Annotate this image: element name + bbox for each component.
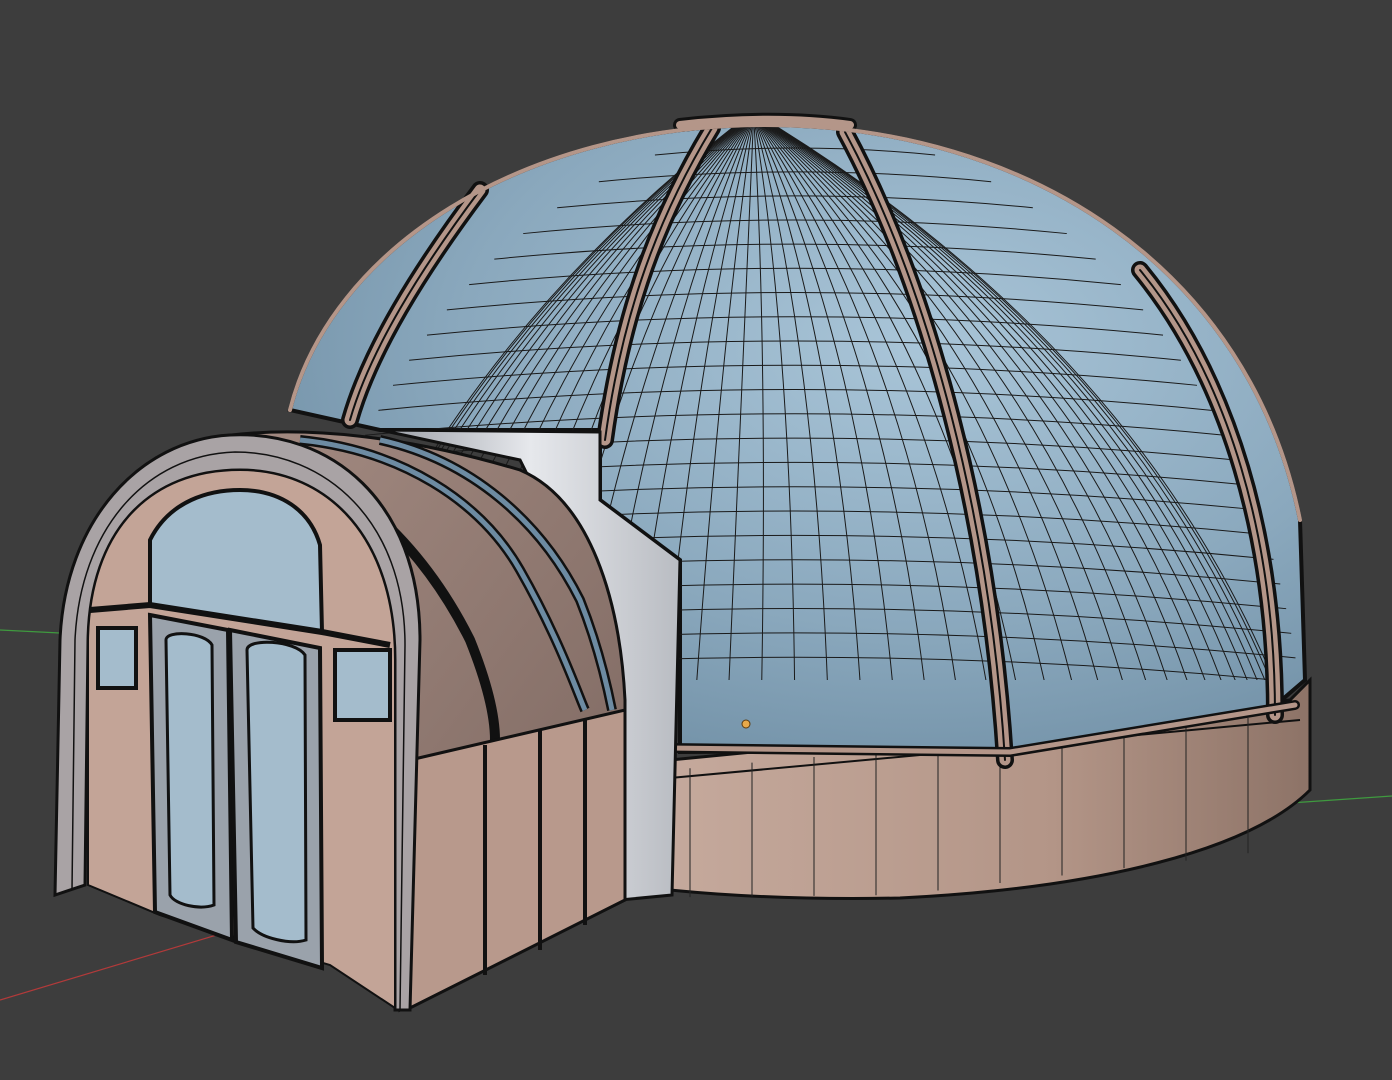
double-door[interactable]: [147, 612, 325, 971]
door-left[interactable]: [147, 612, 235, 943]
y-axis-line-right: [1289, 795, 1392, 804]
origin-marker[interactable]: [741, 719, 751, 729]
3d-viewport[interactable]: [0, 0, 1392, 1080]
viewport-canvas[interactable]: [0, 0, 1392, 1080]
entrance-tunnel[interactable]: [53, 430, 627, 1013]
door-right[interactable]: [227, 627, 325, 971]
y-axis-line-left: [0, 629, 61, 634]
